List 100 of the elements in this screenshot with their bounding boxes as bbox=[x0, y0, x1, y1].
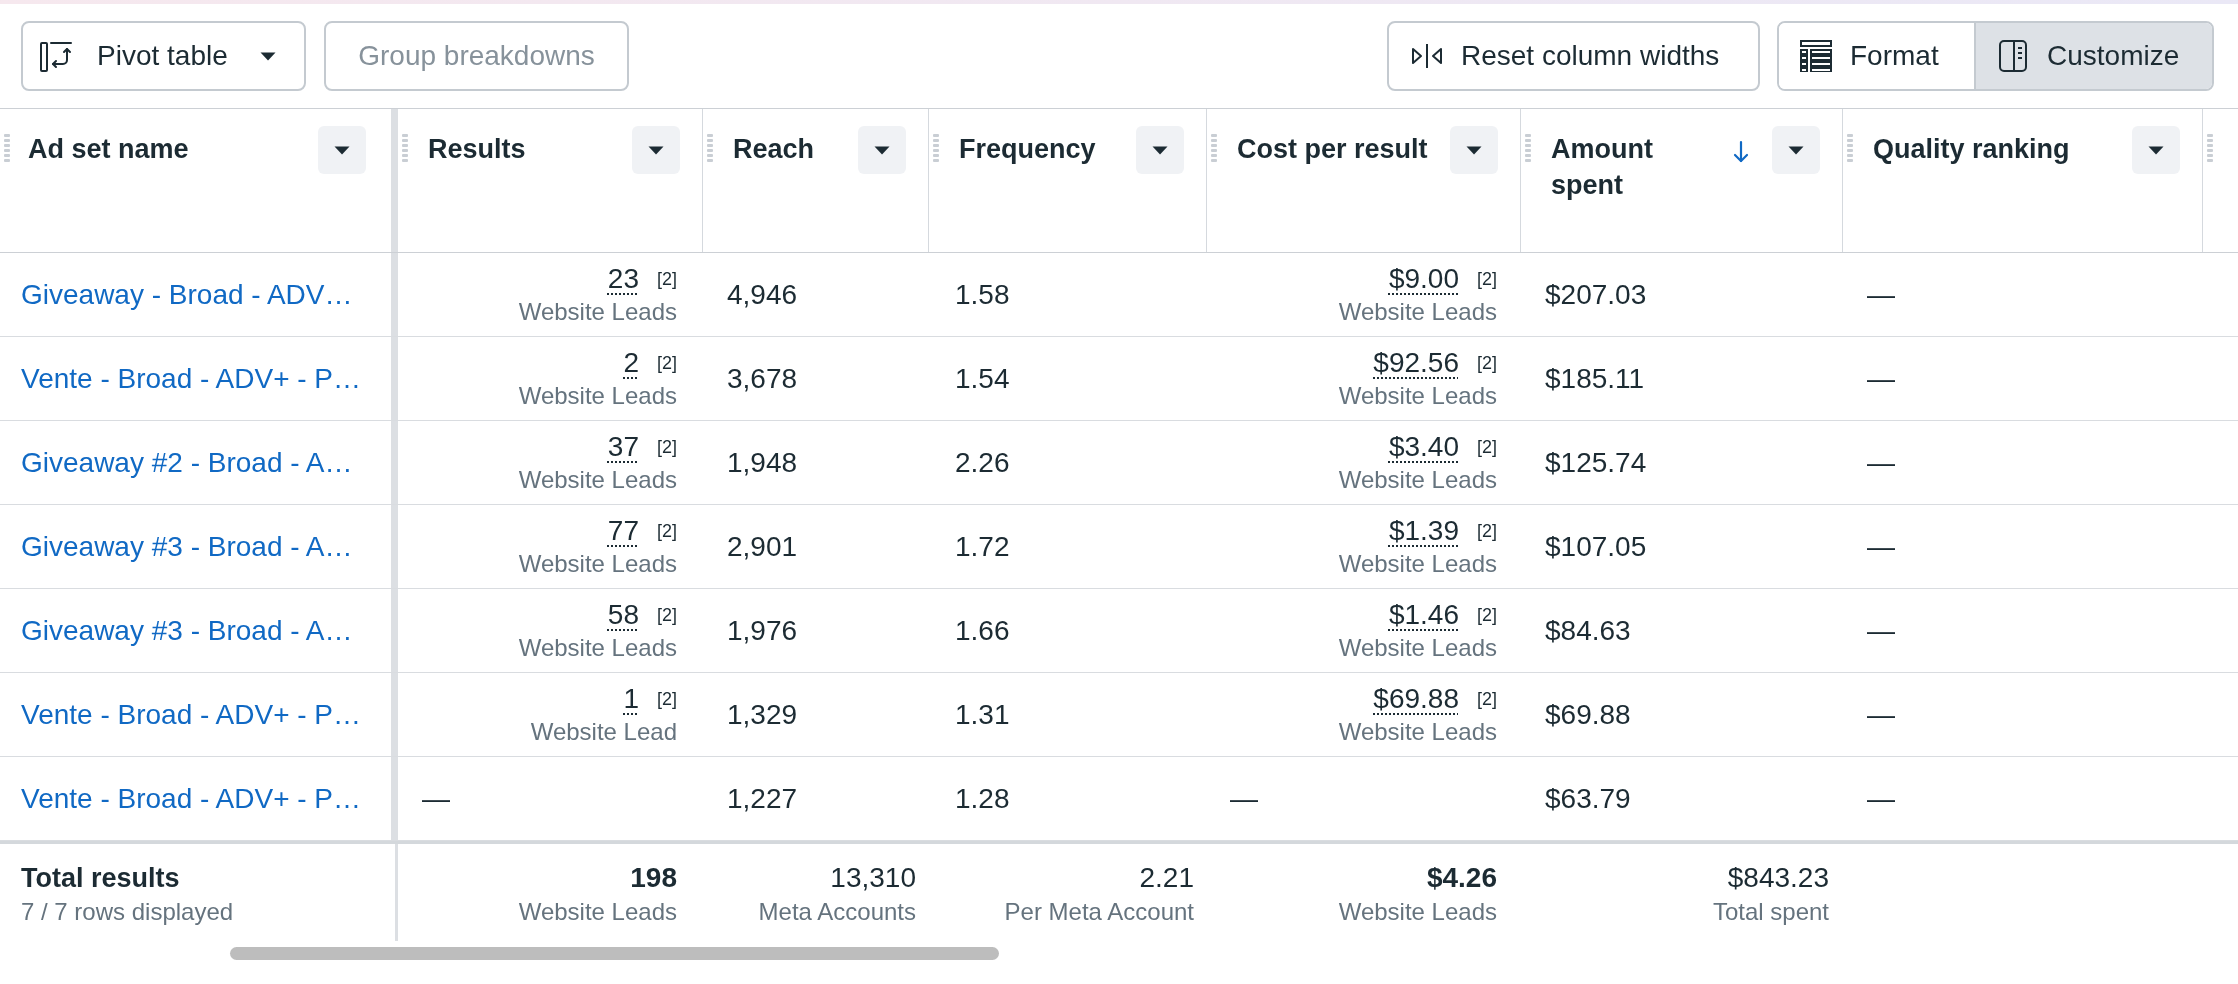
metric-unit: Website Leads bbox=[1338, 380, 1497, 411]
table-cell-text: 1.58 bbox=[954, 277, 1011, 312]
column-menu-button[interactable] bbox=[1136, 126, 1184, 174]
caret-down-icon bbox=[1788, 145, 1804, 155]
caret-down-icon bbox=[2148, 145, 2164, 155]
metric-value: $92.56 bbox=[1373, 345, 1459, 380]
ad-set-name-link[interactable]: Giveaway - Broad - ADV… bbox=[21, 276, 353, 313]
column-menu-button[interactable] bbox=[1450, 126, 1498, 174]
total-value: 2.21 bbox=[1139, 861, 1194, 895]
total-unit: Total spent bbox=[1712, 897, 1829, 927]
metric-unit: Website Leads bbox=[1338, 296, 1497, 327]
caret-down-icon bbox=[260, 51, 276, 61]
column-menu-button[interactable] bbox=[858, 126, 906, 174]
drag-handle-icon[interactable] bbox=[1211, 134, 1217, 164]
total-unit: Meta Accounts bbox=[758, 897, 916, 927]
drag-handle-icon[interactable] bbox=[1525, 134, 1531, 164]
resize-columns-icon bbox=[1411, 43, 1443, 69]
attribution-note: [2] bbox=[657, 267, 677, 291]
pivot-icon bbox=[40, 40, 72, 72]
table-cell-text: $107.05 bbox=[1544, 529, 1648, 564]
metric-value: 2 bbox=[623, 345, 639, 380]
table-cell-text: $125.74 bbox=[1544, 445, 1648, 480]
total-value: $843.23 bbox=[1727, 861, 1829, 895]
side-panel-icon bbox=[1999, 40, 2027, 72]
attribution-note: [2] bbox=[657, 435, 677, 459]
rows-displayed-count: 7 / 7 rows displayed bbox=[21, 897, 234, 927]
column-label: Quality ranking bbox=[1873, 133, 2071, 166]
metric-value: $9.00 bbox=[1388, 261, 1459, 296]
metric-value: $3.40 bbox=[1388, 429, 1459, 464]
metric-unit: Website Leads bbox=[1338, 548, 1497, 579]
attribution-note: [2] bbox=[1477, 267, 1497, 291]
table-cell-text: $84.63 bbox=[1544, 613, 1632, 648]
table-cell-text: $207.03 bbox=[1544, 277, 1648, 312]
ad-set-name-link[interactable]: Vente - Broad - ADV+ - P… bbox=[21, 696, 362, 733]
ad-set-name-link[interactable]: Vente - Broad - ADV+ - P… bbox=[21, 360, 362, 397]
caret-down-icon bbox=[334, 145, 350, 155]
sort-descending-icon[interactable] bbox=[1733, 140, 1749, 164]
table-cell-text: — bbox=[1866, 445, 1896, 480]
table-cell-text: 1,948 bbox=[726, 445, 799, 480]
metric-value: 58 bbox=[607, 597, 639, 632]
metric-value: $1.46 bbox=[1388, 597, 1459, 632]
column-menu-button[interactable] bbox=[318, 126, 366, 174]
column-label: Frequency bbox=[959, 133, 1097, 166]
customize-button[interactable]: Customize bbox=[1974, 23, 2212, 89]
ad-set-name-link[interactable]: Giveaway #2 - Broad - A… bbox=[21, 444, 353, 481]
table-cell-text: 1,976 bbox=[726, 613, 799, 648]
table-cell-text: 2,901 bbox=[726, 529, 799, 564]
table-cell-text: — bbox=[1229, 781, 1259, 816]
attribution-note: [2] bbox=[1477, 603, 1497, 627]
attribution-note: [2] bbox=[657, 603, 677, 627]
metric-unit: Website Leads bbox=[518, 296, 677, 327]
metric-value: $69.88 bbox=[1373, 681, 1459, 716]
metric-unit: Website Leads bbox=[518, 632, 677, 663]
table-cell-text: 1.31 bbox=[954, 697, 1011, 732]
table-cell-text: $185.11 bbox=[1544, 361, 1646, 396]
table-cell-text: — bbox=[1866, 613, 1896, 648]
caret-down-icon bbox=[648, 145, 664, 155]
attribution-note: [2] bbox=[657, 519, 677, 543]
metric-value: 23 bbox=[607, 261, 639, 296]
totals-label: Total results bbox=[21, 862, 180, 895]
table-cell-text: 2.26 bbox=[954, 445, 1011, 480]
column-label: Results bbox=[428, 133, 527, 166]
attribution-note: [2] bbox=[1477, 687, 1497, 711]
attribution-note: [2] bbox=[1477, 351, 1497, 375]
metric-value: $1.39 bbox=[1388, 513, 1459, 548]
column-menu-button[interactable] bbox=[1772, 126, 1820, 174]
drag-handle-icon[interactable] bbox=[2207, 134, 2213, 164]
drag-handle-icon[interactable] bbox=[933, 134, 939, 164]
table-cell-text: 1.66 bbox=[954, 613, 1011, 648]
column-menu-button[interactable] bbox=[632, 126, 680, 174]
attribution-note: [2] bbox=[657, 687, 677, 711]
metric-unit: Website Leads bbox=[518, 548, 677, 579]
ad-set-name-link[interactable]: Giveaway #3 - Broad - A… bbox=[21, 528, 353, 565]
table-cell-text: 1.54 bbox=[954, 361, 1011, 396]
drag-handle-icon[interactable] bbox=[1847, 134, 1853, 164]
column-menu-button[interactable] bbox=[2132, 126, 2180, 174]
table-cell-text: $69.88 bbox=[1544, 697, 1632, 732]
ad-set-name-link[interactable]: Giveaway #3 - Broad - A… bbox=[21, 612, 353, 649]
column-label: Ad set name bbox=[28, 133, 190, 166]
horizontal-scrollbar[interactable] bbox=[230, 947, 999, 960]
table-cell-text: $63.79 bbox=[1544, 781, 1632, 816]
drag-handle-icon[interactable] bbox=[707, 134, 713, 164]
table-cell-text: — bbox=[1866, 529, 1896, 564]
reset-column-widths-button[interactable]: Reset column widths bbox=[1387, 21, 1760, 91]
metric-unit: Website Leads bbox=[518, 464, 677, 495]
ad-set-name-link[interactable]: Vente - Broad - ADV+ - P… bbox=[21, 780, 362, 817]
table-cell-text: 1,227 bbox=[726, 781, 799, 816]
total-unit: Website Leads bbox=[518, 897, 677, 927]
metric-unit: Website Leads bbox=[518, 380, 677, 411]
table-cell-text: 1.72 bbox=[954, 529, 1011, 564]
drag-handle-icon[interactable] bbox=[402, 134, 408, 164]
total-value: 13,310 bbox=[830, 861, 916, 895]
attribution-note: [2] bbox=[657, 351, 677, 375]
pivot-table-dropdown[interactable]: Pivot table bbox=[21, 21, 306, 91]
drag-handle-icon[interactable] bbox=[4, 134, 10, 164]
table-format-icon bbox=[1800, 40, 1832, 72]
metric-value: 77 bbox=[607, 513, 639, 548]
column-label: Amount spent bbox=[1551, 133, 1654, 202]
table-cell-text: 4,946 bbox=[726, 277, 799, 312]
column-label: Reach bbox=[733, 133, 816, 166]
